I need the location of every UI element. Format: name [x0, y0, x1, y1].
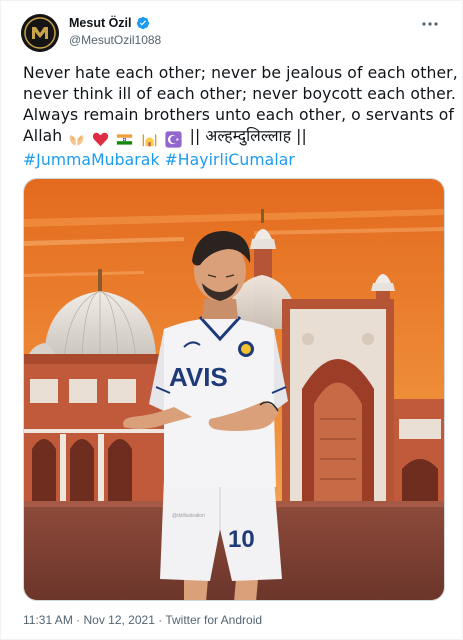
tweet-time[interactable]: 11:31 AM: [23, 613, 73, 627]
tweet-line: never think ill of each other; never boy…: [23, 85, 456, 103]
india-flag-icon: [117, 134, 133, 145]
tweet-header: Mesut Özil @MesutOzil1088: [21, 14, 448, 52]
jersey-number-text: 10: [228, 526, 255, 553]
palms-up-together-icon: [70, 135, 84, 146]
illustration-player-praying: AVIS 10 @dzillustration: [24, 179, 444, 600]
meta-separator: ·: [72, 613, 84, 627]
tweet-line: Allah || अल्हम्दुलिल्लाह ||: [23, 126, 451, 150]
tweet-line: #JummaMubarak #HayirliCumalar: [23, 150, 451, 171]
display-name[interactable]: Mesut Özil: [69, 16, 132, 30]
star-and-crescent-icon: [165, 131, 182, 148]
tweet-text-allah: Allah: [23, 127, 63, 145]
tweet-text-alhamdulillah: || अल्हम्दुलिल्लाह ||: [189, 127, 307, 145]
verified-badge-icon: [136, 16, 150, 30]
tweet-client[interactable]: Twitter for Android: [165, 613, 262, 627]
artist-tag-text: @dzillustration: [172, 513, 205, 519]
name-row: Mesut Özil: [69, 16, 150, 30]
tweet-date[interactable]: Nov 12, 2021: [83, 613, 154, 627]
tweet-line: Never hate each other; never be jealous …: [23, 64, 458, 82]
hashtag-link[interactable]: #HayirliCumalar: [165, 151, 295, 169]
tweet-meta: 11:31 AM · Nov 12, 2021 · Twitter for An…: [23, 613, 262, 627]
hashtag-link[interactable]: #JummaMubarak: [23, 151, 160, 169]
tweet-text: Never hate each other; never be jealous …: [23, 63, 458, 171]
avatar[interactable]: [21, 14, 59, 52]
tweet-line: Always remain brothers unto each other, …: [23, 106, 455, 124]
tweet-card: Mesut Özil @MesutOzil1088 Never hate eac…: [0, 0, 463, 640]
emoji-group: [68, 129, 183, 150]
mosque-icon: [142, 134, 156, 147]
user-handle[interactable]: @MesutOzil1088: [69, 33, 161, 47]
jersey-sponsor-text: AVIS: [169, 362, 228, 392]
more-options-icon[interactable]: [420, 14, 440, 34]
meta-separator: ·: [154, 613, 166, 627]
red-heart-icon: [93, 132, 109, 147]
tweet-media-image[interactable]: AVIS 10 @dzillustration: [23, 178, 445, 601]
